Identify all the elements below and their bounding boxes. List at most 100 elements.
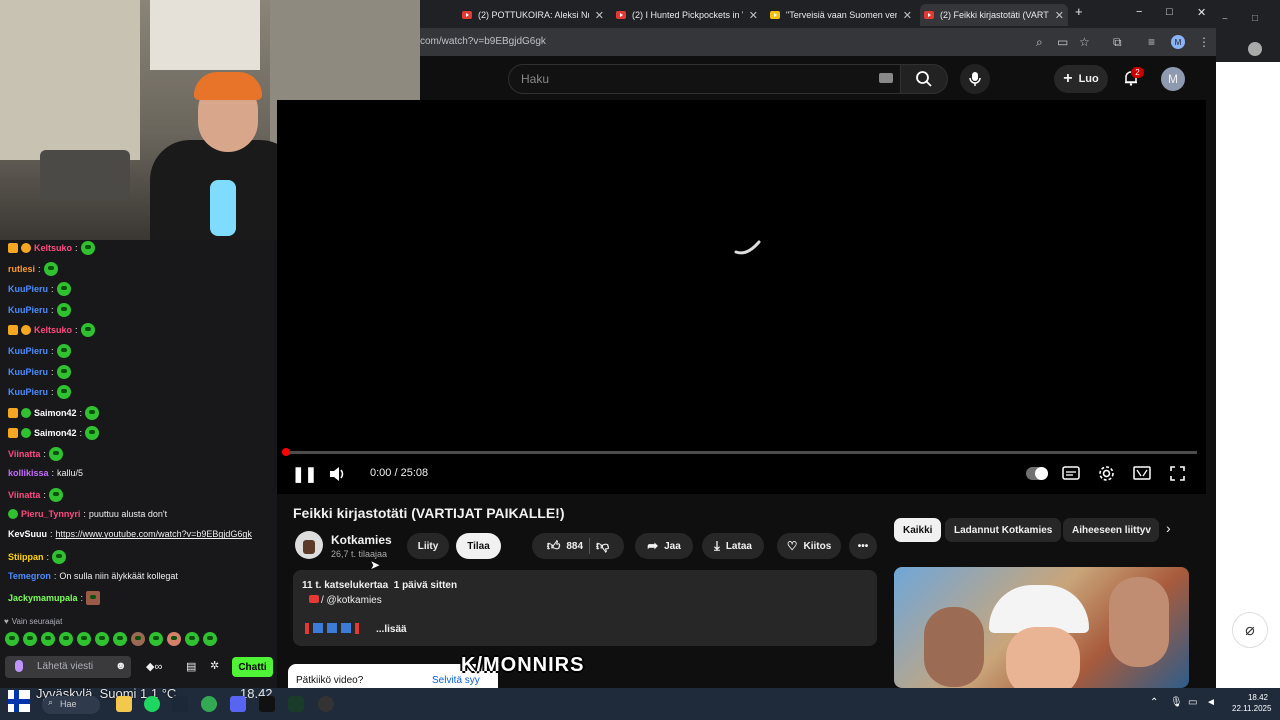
chat-emote-icon[interactable] [86,591,101,606]
chat-username[interactable]: Saimon42 [34,408,77,418]
chat-emote-icon[interactable] [56,282,71,297]
chat-settings-gear-icon[interactable]: ✲ [210,659,219,672]
thanks-button[interactable]: ♡ Kiitos [777,533,841,559]
emote-icon[interactable] [59,632,73,646]
green-badge-icon[interactable] [21,428,31,439]
chat-emote-icon[interactable] [80,241,95,255]
chat-emote-icon[interactable] [56,302,71,317]
chat-username[interactable]: Saimon42 [34,428,77,438]
chat-username[interactable]: KuuPieru [8,284,48,294]
close-tab-icon[interactable]: ✕ [903,9,912,22]
settings-gear-icon[interactable] [1098,465,1115,482]
extensions-icon[interactable]: ⧉ [1113,35,1122,50]
maximize-button[interactable]: □ [1166,6,1173,18]
tab-terveisia[interactable]: "Terveisiä vaan Suomen verot ✕ [766,4,916,26]
app-icon[interactable] [288,696,304,712]
chat-emote-icon[interactable] [85,426,100,441]
chat-emote-icon[interactable] [43,261,58,276]
sub-badge-icon[interactable] [21,325,31,336]
cast-icon[interactable]: ▭ [1057,35,1068,49]
chat-username[interactable]: Viinatta [8,490,40,500]
chat-username[interactable]: Viinatta [8,449,40,459]
zoom-icon[interactable]: ⌕ [1036,35,1043,50]
green-badge-icon[interactable] [8,508,18,519]
share-button[interactable]: ➦ Jaa [635,533,693,559]
join-button[interactable]: Liity [407,533,449,559]
chat-username[interactable]: KuuPieru [8,305,48,315]
minimize-button[interactable]: − [1136,6,1142,18]
subscribe-button[interactable]: Tilaa [456,533,501,559]
voice-search-button[interactable] [960,64,990,94]
user-avatar[interactable]: M [1161,67,1185,91]
thumbs-down-icon[interactable]: 👎︎ [596,538,609,554]
spotify-icon[interactable] [144,696,160,712]
chat-username[interactable]: kollikissa [8,468,49,478]
taskbar-clock[interactable]: 18.42 22.11.2025 [1232,692,1271,714]
chevron-right-icon[interactable]: › [1166,520,1171,536]
emote-icon[interactable] [167,632,181,646]
emote-icon[interactable] [41,632,55,646]
channel-avatar[interactable] [295,531,323,559]
chat-emote-icon[interactable] [85,405,100,420]
fullscreen-icon[interactable] [1170,466,1185,481]
chrome-icon[interactable] [201,696,217,712]
store-icon[interactable]: ▤ [186,660,196,673]
file-explorer-icon[interactable] [116,696,132,712]
emote-icon[interactable] [95,632,109,646]
chip-uploaded-by[interactable]: Ladannut Kotkamies [945,518,1062,542]
chat-send-button[interactable]: Chatti [232,657,273,677]
chat-username[interactable]: Keltsuko [34,325,72,335]
chip-related[interactable]: Aiheeseen liittyv [1063,518,1159,542]
chat-username[interactable]: KuuPieru [8,367,48,377]
crown-badge-icon[interactable] [8,428,18,439]
download-button[interactable]: ⤓ Lataa [702,533,764,559]
x-app-icon[interactable] [259,696,275,712]
new-tab-button[interactable]: + [1075,4,1083,19]
channel-handle[interactable]: / @kotkamies [321,595,382,606]
green-badge-icon[interactable] [21,407,31,418]
chat-emote-icon[interactable] [48,488,63,503]
video-player[interactable] [277,100,1206,494]
emote-icon[interactable] [131,632,145,646]
profile-avatar[interactable]: M [1171,35,1185,49]
close-window-button[interactable]: ✕ [1197,6,1206,19]
steam-icon[interactable] [172,696,188,712]
chat-username[interactable]: Jackymamupala [8,593,78,603]
tab-feikki-active[interactable]: (2) Feikki kirjastotäti (VARTIJAT ✕ [920,4,1068,26]
create-button[interactable]: + Luo [1054,65,1108,93]
media-icon[interactable]: ≡ [1148,35,1155,49]
progress-scrubber[interactable] [282,448,290,456]
chat-emote-icon[interactable] [56,344,71,358]
crown-badge-icon[interactable] [8,407,18,418]
pause-icon[interactable]: ❚❚ [292,465,317,483]
browser-menu-icon[interactable]: ⋮ [1198,35,1210,49]
chat-username[interactable]: KuuPieru [8,387,48,397]
chat-username[interactable]: Keltsuko [34,243,72,253]
chat-username[interactable]: rutlesi [8,264,35,274]
close-tab-icon[interactable]: ✕ [1055,9,1064,22]
obs-icon[interactable] [318,696,334,712]
channel-name[interactable]: Kotkamies [331,533,392,547]
bits-icon[interactable]: ◆∞ [146,660,162,673]
keyboard-icon[interactable] [879,73,893,83]
emote-icon[interactable] [77,632,91,646]
description-box[interactable]: 11 t. katselukertaa 1 päivä sitten / @ko… [293,570,877,646]
mic-icon[interactable] [15,660,23,672]
chat-emote-icon[interactable] [80,323,95,338]
emote-icon[interactable] [5,632,19,646]
discord-icon[interactable] [230,696,246,712]
close-tab-icon[interactable]: ✕ [595,9,604,22]
chat-emote-icon[interactable] [56,385,71,400]
autoplay-toggle[interactable] [1026,467,1048,480]
tab-pickpockets[interactable]: (2) I Hunted Pickpockets in Ve ✕ [612,4,762,26]
tray-chevron-icon[interactable]: ⌃ [1150,697,1158,708]
bookmark-star-icon[interactable]: ☆ [1079,35,1090,49]
subtitles-icon[interactable] [1062,466,1080,480]
chat-emote-icon[interactable] [56,364,71,379]
thumbs-up-icon[interactable]: 👍︎ [547,538,561,554]
crown-badge-icon[interactable] [8,243,18,253]
crown-badge-icon[interactable] [8,325,18,336]
like-count[interactable]: 884 [566,541,583,552]
sub-badge-icon[interactable] [21,243,31,253]
tab-pottukoira[interactable]: (2) POTTUKOIRA: Aleksi Numm ✕ [458,4,608,26]
